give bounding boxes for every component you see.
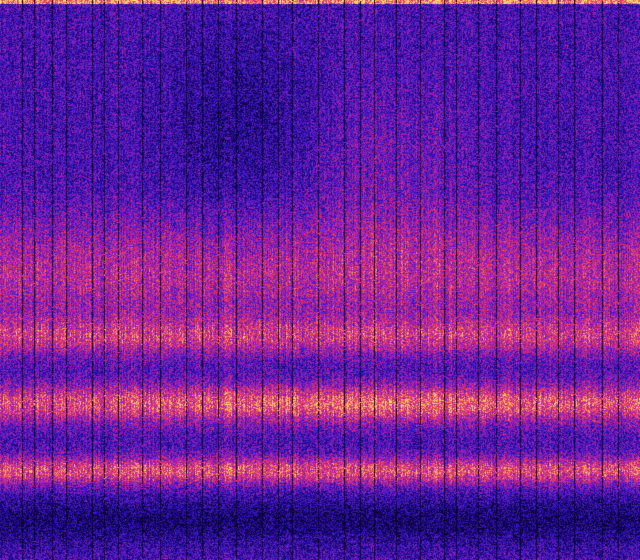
spectrogram-image <box>0 0 640 560</box>
spectrogram-heatmap <box>0 0 640 560</box>
